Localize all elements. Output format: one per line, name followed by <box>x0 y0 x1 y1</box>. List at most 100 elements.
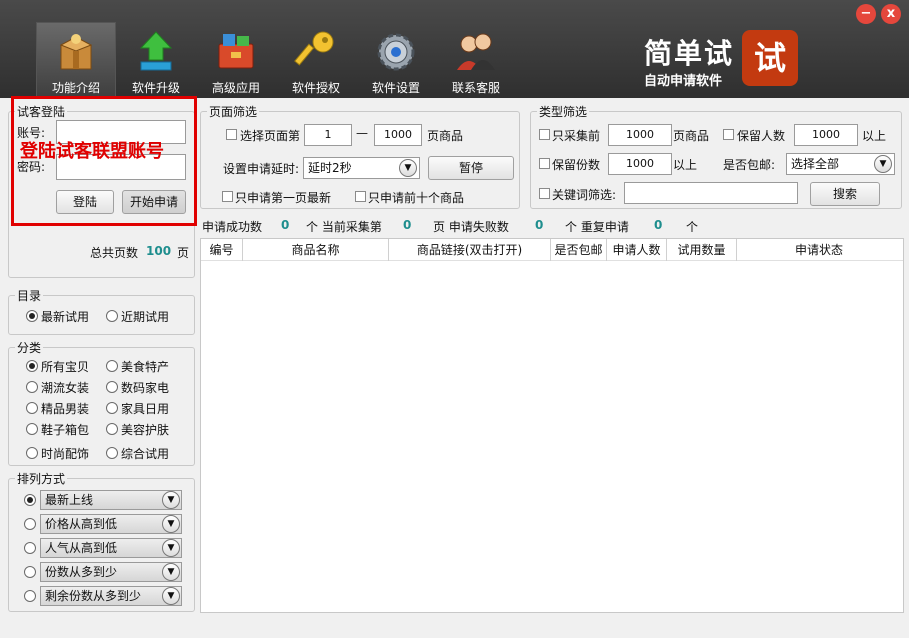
category-legend: 分类 <box>17 341 42 355</box>
keep-count-input[interactable]: 1000 <box>608 153 672 175</box>
category-radio[interactable] <box>26 381 38 393</box>
close-button[interactable]: x <box>881 4 901 24</box>
sort-select[interactable]: 份数从多到少 ▼ <box>40 562 182 582</box>
catalog-label-latest: 最新试用 <box>41 310 90 324</box>
sort-radio[interactable] <box>24 542 36 554</box>
column-header-status[interactable]: 申请状态 <box>737 239 901 261</box>
total-pages-label: 总共页数 <box>90 246 139 260</box>
category-radio[interactable] <box>106 360 118 372</box>
sort-select[interactable]: 价格从高到低 ▼ <box>40 514 182 534</box>
keep-people-suffix: 以上 <box>862 129 887 143</box>
toolbar-item-label: 软件授权 <box>291 81 340 95</box>
column-header-name[interactable]: 商品名称 <box>243 239 389 261</box>
toolbar-item-label: 联系客服 <box>451 81 500 95</box>
sort-select-value: 价格从高到低 <box>45 517 118 531</box>
annotation-text: 登陆试客联盟账号 <box>20 141 164 162</box>
keep-count-suffix: 以上 <box>673 158 698 172</box>
pause-button[interactable]: 暂停 <box>428 156 514 180</box>
upload-arrow-icon <box>139 31 173 71</box>
category-radio[interactable] <box>106 381 118 393</box>
toolbar-item-upgrade[interactable]: 软件升级 <box>116 22 196 98</box>
delay-select[interactable]: 延时2秒 ▼ <box>303 157 420 179</box>
category-label: 美食特产 <box>121 360 170 374</box>
category-radio[interactable] <box>106 423 118 435</box>
first-ten-only-checkbox[interactable] <box>355 191 366 202</box>
category-radio[interactable] <box>26 447 38 459</box>
delay-select-value: 延时2秒 <box>308 161 352 175</box>
results-table[interactable]: 编号 商品名称 商品链接(双击打开) 是否包邮 申请人数 试用数量 申请状态 <box>200 238 904 613</box>
chevron-down-icon: ▼ <box>162 587 180 605</box>
repeat-count-unit: 个 <box>686 220 699 234</box>
catalog-radio-recent[interactable] <box>106 310 118 322</box>
fail-count-value: 0 <box>535 218 544 232</box>
category-label: 美容护肤 <box>121 423 170 437</box>
toolbar-item-license[interactable]: 软件授权 <box>276 22 356 98</box>
keep-people-checkbox[interactable] <box>723 129 734 140</box>
free-ship-select[interactable]: 选择全部 ▼ <box>786 153 895 175</box>
sort-select-value: 最新上线 <box>45 493 94 507</box>
sort-select-value: 份数从多到少 <box>45 565 118 579</box>
first-ten-only-label: 只申请前十个商品 <box>368 191 465 205</box>
minimize-button[interactable]: − <box>856 4 876 24</box>
success-count-value: 0 <box>281 218 290 232</box>
current-page-label: 个 当前采集第 <box>306 220 382 234</box>
category-label: 所有宝贝 <box>41 360 90 374</box>
page-to-input[interactable]: 1000 <box>374 124 422 146</box>
category-radio[interactable] <box>26 423 38 435</box>
column-header-trial-qty[interactable]: 试用数量 <box>667 239 737 261</box>
select-pages-checkbox[interactable] <box>226 129 237 140</box>
sort-select[interactable]: 最新上线 ▼ <box>40 490 182 510</box>
sort-radio[interactable] <box>24 518 36 530</box>
category-radio[interactable] <box>106 447 118 459</box>
category-radio[interactable] <box>26 402 38 414</box>
sort-radio[interactable] <box>24 590 36 602</box>
toolbox-icon <box>218 34 254 69</box>
brand-title: 简单试 <box>644 37 735 70</box>
repeat-count-value: 0 <box>654 218 663 232</box>
sort-legend: 排列方式 <box>17 472 66 486</box>
sort-radio[interactable] <box>24 494 36 506</box>
key-icon <box>294 31 334 66</box>
first-page-only-label: 只申请第一页最新 <box>235 191 332 205</box>
free-ship-label: 是否包邮: <box>723 158 776 172</box>
chevron-down-icon: ▼ <box>162 515 180 533</box>
catalog-radio-latest[interactable] <box>26 310 38 322</box>
chevron-down-icon: ▼ <box>874 155 892 173</box>
sort-radio[interactable] <box>24 566 36 578</box>
keep-count-checkbox[interactable] <box>539 158 550 169</box>
fail-count-label: 页 申请失败数 <box>433 220 509 234</box>
column-header-id[interactable]: 编号 <box>201 239 243 261</box>
category-label: 家具日用 <box>121 402 170 416</box>
total-pages-value: 100 <box>146 244 172 258</box>
collect-first-input[interactable]: 1000 <box>608 124 672 146</box>
category-radio[interactable] <box>26 360 38 372</box>
first-page-only-checkbox[interactable] <box>222 191 233 202</box>
category-label: 精品男装 <box>41 402 90 416</box>
collect-first-checkbox[interactable] <box>539 129 550 140</box>
column-header-link[interactable]: 商品链接(双击打开) <box>389 239 551 261</box>
free-ship-select-value: 选择全部 <box>791 157 840 171</box>
category-radio[interactable] <box>106 402 118 414</box>
brand-subtitle: 自动申请软件 <box>644 74 723 89</box>
chevron-down-icon: ▼ <box>162 491 180 509</box>
column-header-free-ship[interactable]: 是否包邮 <box>551 239 607 261</box>
page-filter-legend: 页面筛选 <box>209 105 258 119</box>
page-suffix-label: 页商品 <box>427 129 464 143</box>
page-from-input[interactable]: 1 <box>304 124 352 146</box>
search-button[interactable]: 搜索 <box>810 182 880 206</box>
column-header-applicants[interactable]: 申请人数 <box>607 239 667 261</box>
page-range-dash: — <box>356 126 368 140</box>
toolbar-item-support[interactable]: 联系客服 <box>436 22 516 98</box>
keyword-input[interactable] <box>624 182 798 204</box>
toolbar-item-label: 高级应用 <box>211 81 260 95</box>
sort-select[interactable]: 剩余份数从多到少 ▼ <box>40 586 182 606</box>
box-icon <box>59 34 93 70</box>
toolbar-item-advanced[interactable]: 高级应用 <box>196 22 276 98</box>
sort-select[interactable]: 人气从高到低 ▼ <box>40 538 182 558</box>
keep-people-label: 保留人数 <box>737 129 786 143</box>
keyword-checkbox[interactable] <box>539 188 550 199</box>
toolbar-item-intro[interactable]: 功能介绍 <box>36 22 116 98</box>
keep-people-input[interactable]: 1000 <box>794 124 858 146</box>
category-label: 时尚配饰 <box>41 447 90 461</box>
toolbar-item-settings[interactable]: 软件设置 <box>356 22 436 98</box>
